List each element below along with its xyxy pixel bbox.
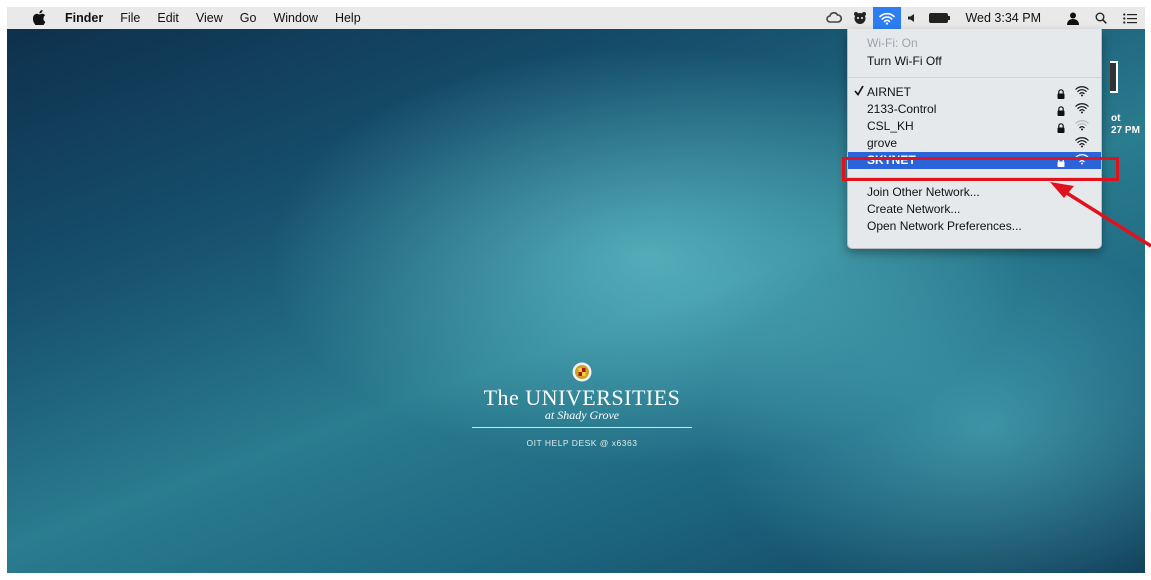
annotation-arrow — [1050, 182, 1151, 248]
